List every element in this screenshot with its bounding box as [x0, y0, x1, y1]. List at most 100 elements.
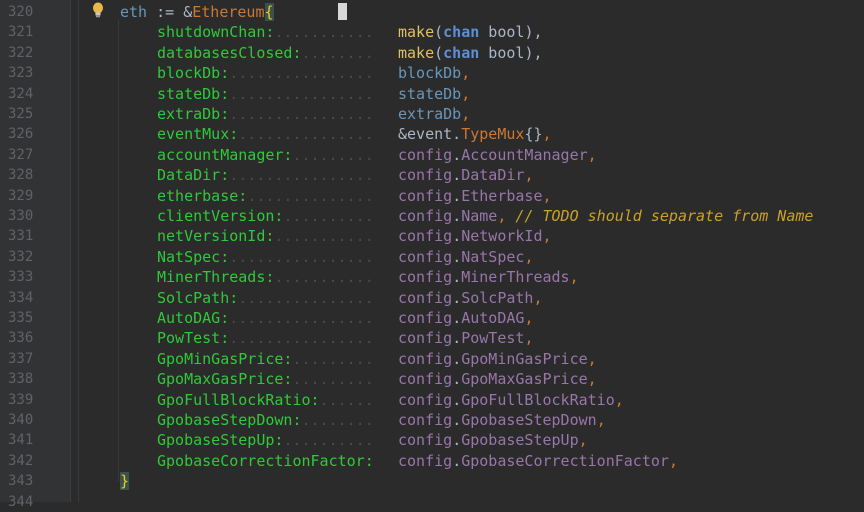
value-token: ), — [524, 23, 543, 42]
field-value: config.DataDir, — [398, 165, 533, 185]
value-token: . — [452, 247, 462, 266]
alignment-dots: ......... — [292, 145, 374, 164]
field-name: AutoDAG: — [157, 309, 230, 327]
field-value: config.MinerThreads, — [398, 267, 579, 287]
value-token: NetworkId — [461, 227, 543, 246]
value-token: , — [578, 431, 588, 450]
field-value: make(chan bool), — [398, 22, 543, 42]
value-token: . — [452, 411, 462, 429]
alignment-dots: ........ — [301, 43, 374, 62]
alignment-dots: ................ — [229, 105, 374, 123]
value-token: config — [398, 288, 453, 307]
field-key: MinerThreads:........... — [157, 267, 374, 287]
line-number: 339 — [8, 391, 34, 408]
field-key: GpoFullBlockRatio:...... — [157, 390, 374, 410]
field-value: config.NatSpec, — [398, 247, 533, 267]
alignment-dots: .......... — [283, 431, 374, 450]
value-token: NatSpec — [461, 247, 525, 266]
field-value: config.GpoMinGasPrice, — [398, 349, 597, 369]
value-token: , — [614, 390, 624, 409]
field-value: extraDb, — [398, 104, 470, 124]
line-number: 330 — [8, 208, 34, 224]
alignment-dots: ................ — [229, 329, 374, 348]
code-line[interactable]: 338 GpoMaxGasPrice:......... config.GpoMax… — [0, 369, 864, 389]
value-token: Etherbase — [461, 186, 543, 205]
value-token: . — [452, 349, 462, 368]
field-key: GpoMaxGasPrice:......... — [157, 369, 374, 389]
code-line[interactable]: 339 GpoFullBlockRatio:...... config.GpoFul… — [0, 390, 864, 410]
value-token: bool — [479, 43, 525, 62]
value-token: , — [587, 349, 597, 368]
operator: := & — [147, 3, 193, 21]
value-token: , — [524, 329, 534, 348]
code-editor[interactable]: 320 eth := &Ethereum{321 shutdownChan:....… — [0, 0, 864, 510]
code-line[interactable]: 331 netVersionId:........... config.Networ… — [0, 226, 864, 246]
value-token: . — [452, 207, 462, 225]
code-line[interactable]: 330 clientVersion:.......... config.Name, … — [0, 206, 864, 226]
code-line[interactable]: 322 databasesClosed:........ make(chan boo… — [0, 43, 864, 63]
field-key: AutoDAG:................ — [157, 308, 374, 328]
field-name: etherbase: — [157, 186, 248, 205]
code-line[interactable]: 320 eth := &Ethereum{ — [0, 2, 864, 22]
value-token: config — [398, 390, 453, 409]
code-line[interactable]: 334 SolcPath:............... config.SolcPa… — [0, 288, 864, 308]
alignment-dots: ................ — [229, 64, 374, 83]
value-token: config — [398, 207, 453, 225]
code-line[interactable]: 335 AutoDAG:................ config.AutoDA… — [0, 308, 864, 328]
value-token: config — [398, 247, 453, 266]
code-line[interactable]: 327 accountManager:......... config.Accoun… — [0, 145, 864, 165]
value-token: . — [452, 186, 462, 205]
line-number: 327 — [8, 146, 34, 163]
field-name: GpoMaxGasPrice: — [157, 370, 293, 389]
code-line[interactable]: 342 GpobaseCorrectionFactor: config.Gpobas… — [0, 451, 864, 471]
code-line[interactable]: 336 PowTest:................ config.PowTes… — [0, 328, 864, 348]
value-token: config — [398, 227, 453, 246]
code-line[interactable]: 341 GpobaseStepUp:.......... config.Gpobas… — [0, 430, 864, 450]
field-name: MinerThreads: — [157, 268, 275, 287]
value-token: , — [524, 309, 534, 327]
field-name: stateDb: — [157, 84, 230, 103]
text-cursor — [338, 3, 347, 20]
alignment-dots: .............. — [247, 186, 374, 205]
value-token: stateDb — [398, 84, 462, 103]
field-key: GpoMinGasPrice:......... — [157, 349, 374, 369]
value-token: GpobaseStepDown — [461, 411, 597, 429]
code-line[interactable]: 326 eventMux:............... &event.TypeMu… — [0, 124, 864, 144]
value-token: GpoMinGasPrice — [461, 349, 588, 368]
line-number: 329 — [8, 187, 34, 204]
code-line[interactable]: 333 MinerThreads:........... config.MinerT… — [0, 267, 864, 287]
code-line[interactable]: 343} — [0, 471, 864, 491]
code-line[interactable]: 332 NatSpec:................ config.NatSpe… — [0, 247, 864, 267]
field-name: blockDb: — [157, 64, 230, 83]
code-line[interactable]: 325 extraDb:................ extraDb, — [0, 104, 864, 124]
line-number: 342 — [8, 452, 34, 469]
close-brace: } — [120, 472, 130, 491]
code-line[interactable]: 323 blockDb:................ blockDb, — [0, 63, 864, 83]
value-token: . — [452, 145, 462, 164]
lightbulb-icon[interactable] — [92, 2, 104, 18]
code-line[interactable]: 340 GpobaseStepDown:........ config.Gpobas… — [0, 410, 864, 430]
code-line[interactable]: 321 shutdownChan:........... make(chan boo… — [0, 22, 864, 42]
field-name: GpobaseStepDown: — [157, 411, 302, 429]
value-token: {} — [524, 125, 543, 144]
code-line[interactable]: 329 etherbase:.............. config.Etherb… — [0, 186, 864, 206]
code-line[interactable]: 328 DataDir:................ config.DataDi… — [0, 165, 864, 185]
field-key: GpobaseStepUp:.......... — [157, 430, 374, 450]
value-token: blockDb — [398, 64, 462, 83]
field-name: GpobaseStepUp: — [157, 431, 284, 450]
field-value: blockDb, — [398, 63, 470, 83]
field-value: config.AccountManager, — [398, 145, 597, 165]
code-line[interactable]: 337 GpoMinGasPrice:......... config.GpoMin… — [0, 349, 864, 369]
value-token: config — [398, 411, 453, 429]
field-value: config.GpobaseCorrectionFactor, — [398, 451, 678, 471]
field-value: &event.TypeMux{}, — [398, 124, 552, 144]
value-token: Name — [461, 207, 498, 225]
variable-name: eth — [120, 3, 148, 21]
value-token: bool — [479, 23, 525, 42]
field-key: PowTest:................ — [157, 328, 374, 348]
value-token: AutoDAG — [461, 309, 525, 327]
field-value: config.GpobaseStepDown, — [398, 410, 606, 430]
alignment-dots: ................ — [229, 166, 374, 185]
comment: // TODO should separate from Name — [515, 207, 814, 225]
code-line[interactable]: 324 stateDb:................ stateDb, — [0, 84, 864, 104]
